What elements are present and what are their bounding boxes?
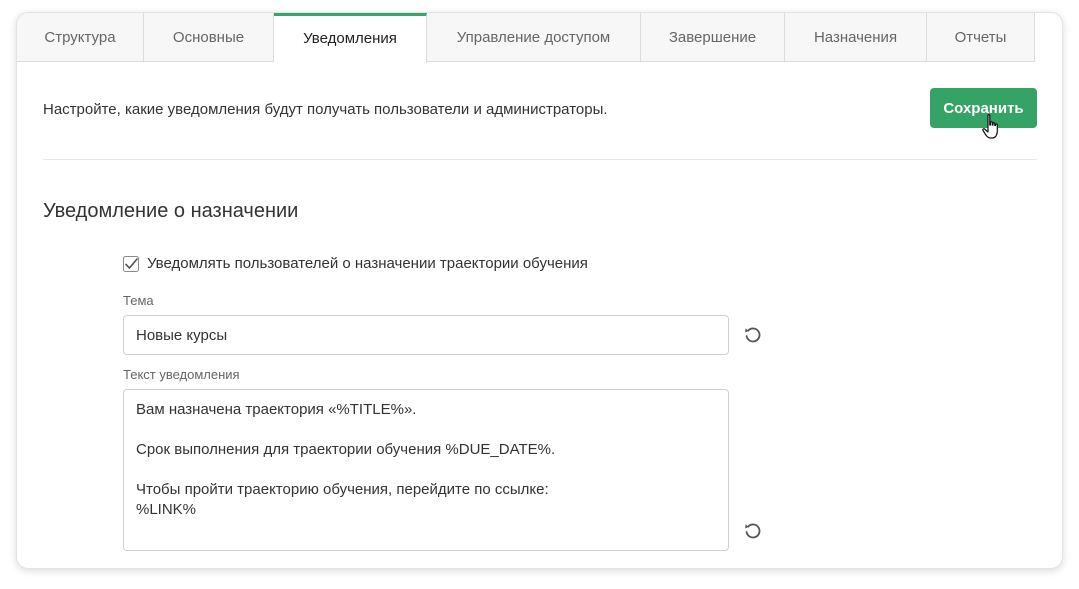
subject-input[interactable] <box>123 315 729 355</box>
intro-text: Настройте, какие уведомления будут получ… <box>43 101 608 118</box>
section-divider <box>43 159 1037 160</box>
tab-assignments[interactable]: Назначения <box>785 13 927 62</box>
reset-icon[interactable] <box>743 521 763 541</box>
tab-general[interactable]: Основные <box>144 13 274 62</box>
tab-completion[interactable]: Завершение <box>641 13 785 62</box>
tab-bar: Структура Основные Уведомления Управлени… <box>17 13 1035 63</box>
settings-card: Структура Основные Уведомления Управлени… <box>16 12 1063 569</box>
tab-notifications[interactable]: Уведомления <box>274 13 427 63</box>
tab-access-control[interactable]: Управление доступом <box>427 13 641 62</box>
hand-pointer-icon <box>982 114 998 139</box>
body-textarea[interactable]: Вам назначена траектория «%TITLE%». Срок… <box>123 389 729 551</box>
notify-users-label: Уведомлять пользователей о назначении тр… <box>147 255 588 272</box>
notify-users-checkbox-row[interactable]: Уведомлять пользователей о назначении тр… <box>123 255 588 272</box>
subject-label: Тема <box>123 293 154 308</box>
reset-icon[interactable] <box>743 325 763 345</box>
tab-structure[interactable]: Структура <box>17 13 144 62</box>
checkmark-icon[interactable] <box>123 255 139 272</box>
section-title: Уведомление о назначении <box>43 200 299 222</box>
tab-reports[interactable]: Отчеты <box>927 13 1035 62</box>
body-label: Текст уведомления <box>123 367 240 382</box>
